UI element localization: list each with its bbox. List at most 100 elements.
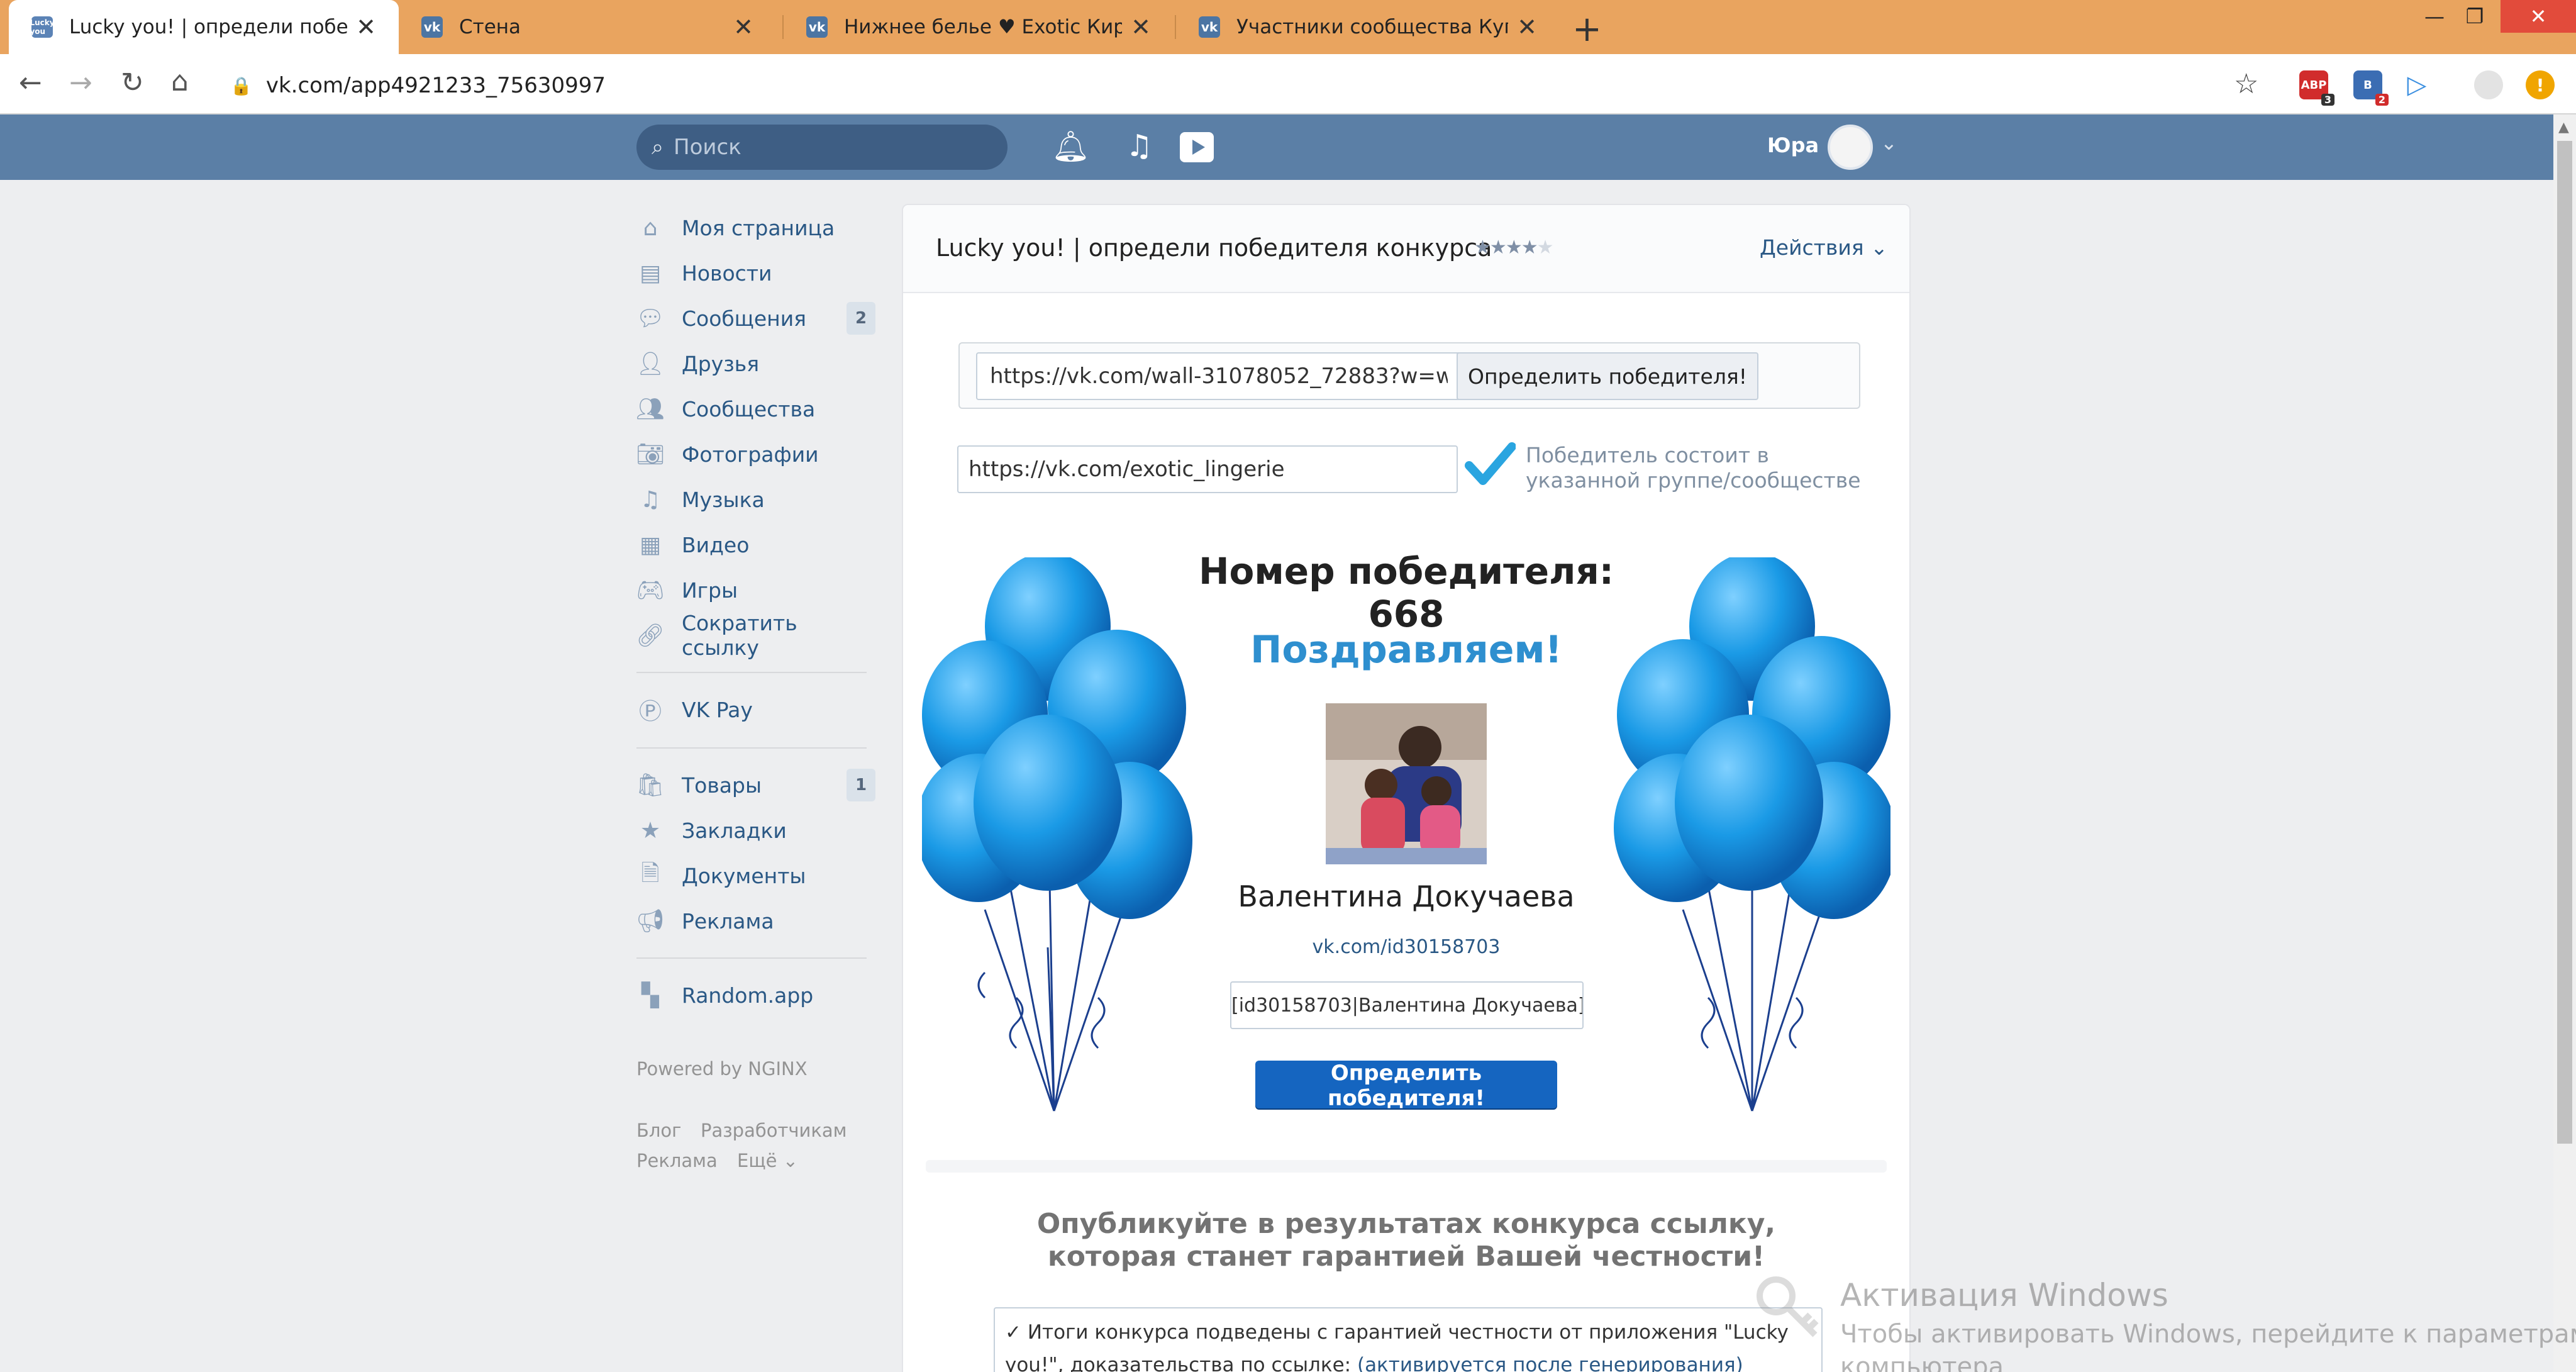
checkmark-icon[interactable] <box>1464 439 1516 491</box>
search-input[interactable] <box>674 135 976 160</box>
sidebar-item-vk-pay[interactable]: Ⓟ VK Pay <box>636 691 875 728</box>
detect-winner-button[interactable]: Определить победителя! <box>1255 1061 1557 1111</box>
detect-winner-button-top[interactable]: Определить победителя! <box>1457 352 1758 400</box>
restore-button[interactable]: ❐ <box>2440 0 2509 33</box>
bookmark-star-icon[interactable]: ☆ <box>2234 68 2258 100</box>
sidebar-item-label: Random.app <box>682 983 814 1008</box>
sidebar-item-messages[interactable]: 💬︎ Сообщения 2 <box>636 299 875 337</box>
sidebar-item-photos[interactable]: 📷︎ Фотографии <box>636 435 875 473</box>
tab-wall[interactable]: vk Стена ✕ <box>399 0 776 54</box>
sidebar-item-label: Видео <box>682 532 750 557</box>
reload-icon[interactable]: ↻ <box>121 67 144 99</box>
messages-count-badge: 2 <box>847 302 875 335</box>
music-note-icon[interactable]: ♫ <box>1126 128 1153 164</box>
sidebar-item-label: Сократить ссылку <box>682 611 797 660</box>
avatar[interactable] <box>1828 125 1873 170</box>
vk-icon: vk <box>806 16 828 38</box>
post-url-input[interactable] <box>976 352 1462 400</box>
extension-play-icon[interactable]: ▷ <box>2402 70 2431 99</box>
notifications-bell-icon[interactable]: 🔔︎ <box>1052 128 1090 164</box>
sidebar-item-video[interactable]: ▦ Видео <box>636 526 875 564</box>
tab-members[interactable]: vk Участники сообщества Купальн ✕ <box>1176 0 1560 54</box>
close-icon[interactable]: ✕ <box>356 13 376 41</box>
sidebar-divider <box>636 957 867 959</box>
group-membership-note: Победитель состоит в указанной группе/со… <box>1526 443 1861 493</box>
sidebar-item-my-page[interactable]: ⌂ Моя страница <box>636 209 875 247</box>
tab-exotic[interactable]: vk Нижнее белье ♥ Exotic Киров ✕ <box>784 0 1174 54</box>
tab-lucky-you[interactable]: Lucky you Lucky you! | определи победите… <box>9 0 399 54</box>
sidebar-item-label: VK Pay <box>682 697 753 722</box>
sidebar-item-friends[interactable]: 👤︎ Друзья <box>636 345 875 382</box>
close-icon[interactable]: ✕ <box>1517 13 1537 41</box>
search-icon: ⌕ <box>652 135 664 160</box>
new-tab-button[interactable]: + <box>1572 9 1602 50</box>
search-box[interactable]: ⌕ <box>636 125 1008 170</box>
sidebar-item-label: Игры <box>682 577 738 603</box>
sidebar-item-games[interactable]: 🎮︎ Игры <box>636 571 875 609</box>
browser-tab-bar: Lucky you Lucky you! | определи победите… <box>0 0 2576 54</box>
extension-label: B <box>2363 78 2372 92</box>
apps-icon: ▚ <box>641 982 659 1008</box>
bag-icon: 🛍︎ <box>636 772 665 798</box>
extension-badge: 2 <box>2375 94 2389 106</box>
tab-title: Участники сообщества Купальн <box>1236 16 1508 38</box>
page-scrollbar[interactable]: ▲ <box>2553 114 2576 1372</box>
app-title: Lucky you! | определи победителя конкурс… <box>936 234 1492 262</box>
chevron-down-icon[interactable]: ⌄ <box>1880 131 1897 155</box>
sidebar-item-documents[interactable]: 🗎 Документы <box>636 857 875 895</box>
powered-by-text: Powered by NGINX <box>636 1058 808 1079</box>
header-user-name[interactable]: Юра <box>1767 133 1819 157</box>
footer-link-ads[interactable]: Реклама <box>636 1150 718 1171</box>
sidebar-item-goods[interactable]: 🛍︎ Товары 1 <box>636 766 875 804</box>
winner-profile-link[interactable]: vk.com/id30158703 <box>1155 936 1658 958</box>
video-icon: ▦ <box>639 532 661 558</box>
scrollbar-thumb[interactable] <box>2557 141 2572 1144</box>
app-header: Lucky you! | определи победителя конкурс… <box>903 205 1909 293</box>
sidebar-item-label: Фотографии <box>682 442 819 467</box>
scroll-up-arrow-icon[interactable]: ▲ <box>2558 120 2569 135</box>
adblock-icon[interactable]: ABP 3 <box>2299 70 2334 106</box>
forward-arrow-icon[interactable]: → <box>69 67 92 99</box>
camera-icon: 📷︎ <box>636 442 665 467</box>
extension-label: ABP <box>2301 78 2327 92</box>
sidebar-item-bookmarks[interactable]: ★ Закладки <box>636 811 875 849</box>
app-rating-stars: ★★★★★ <box>1474 237 1554 259</box>
rating-star-icon: ★ <box>1521 237 1538 259</box>
guarantee-link[interactable]: (активируется после генерирования) <box>1357 1354 1743 1372</box>
profile-avatar-icon[interactable] <box>2474 70 2503 99</box>
link-icon: 🔗︎ <box>636 623 665 649</box>
address-url: vk.com/app4921233_75630997 <box>265 73 606 98</box>
vk-icon: vk <box>1199 16 1220 38</box>
app-panel: Lucky you! | определи победителя конкурс… <box>903 205 1909 1372</box>
home-icon[interactable]: ⌂ <box>171 65 189 98</box>
close-icon[interactable]: ✕ <box>1131 13 1151 41</box>
address-bar[interactable]: 🔒 vk.com/app4921233_75630997 <box>230 67 2230 104</box>
footer-link-blog[interactable]: Блог <box>636 1120 681 1141</box>
sidebar-item-short-link[interactable]: 🔗︎ Сократить ссылку <box>636 611 875 660</box>
winner-name: Валентина Докучаева <box>1238 879 1575 913</box>
winner-avatar[interactable] <box>1326 703 1487 864</box>
close-icon[interactable]: ✕ <box>733 13 753 41</box>
home-icon: ⌂ <box>643 215 658 241</box>
sidebar-item-ads[interactable]: 📢︎ Реклама <box>636 902 875 940</box>
actions-dropdown[interactable]: Действия ⌄ <box>1760 235 1888 260</box>
sidebar-item-communities[interactable]: 👥︎ Сообщества <box>636 390 875 428</box>
winner-mention-code[interactable] <box>1230 981 1584 1029</box>
communities-icon: 👥︎ <box>636 396 665 422</box>
sidebar-item-news[interactable]: ▤ Новости <box>636 254 875 292</box>
back-arrow-icon[interactable]: ← <box>19 67 42 99</box>
sidebar-divider <box>636 672 867 673</box>
sidebar-item-random-app[interactable]: ▚ Random.app <box>636 976 875 1014</box>
group-url-input[interactable] <box>957 445 1458 493</box>
alert-icon[interactable]: ! <box>2526 70 2555 99</box>
footer-link-developers[interactable]: Разработчикам <box>701 1120 847 1141</box>
extension-b-icon[interactable]: B 2 <box>2353 70 2389 106</box>
video-play-icon[interactable] <box>1180 132 1214 162</box>
sidebar-item-music[interactable]: ♫ Музыка <box>636 481 875 518</box>
guarantee-text-box[interactable]: ✓ Итоги конкурса подведены с гарантией ч… <box>994 1307 1823 1372</box>
footer-link-more[interactable]: Ещё ⌄ <box>737 1150 798 1171</box>
window-close-button[interactable]: ✕ <box>2501 0 2576 33</box>
sidebar-item-label: Моя страница <box>682 215 835 240</box>
tab-title: Нижнее белье ♥ Exotic Киров <box>844 16 1123 38</box>
winner-number: Номер победителя: 668 <box>1199 550 1614 635</box>
